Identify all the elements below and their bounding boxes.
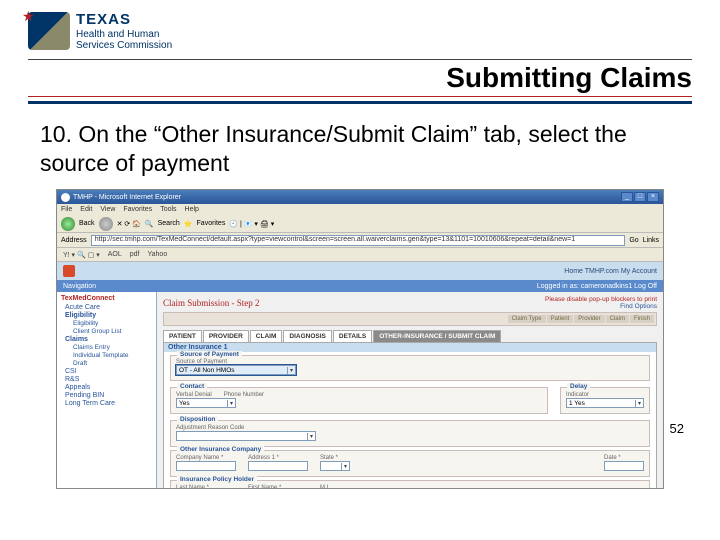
address1-input[interactable]	[248, 461, 308, 471]
app-navbar: Navigation Logged in as: cameronadkins1 …	[57, 280, 663, 292]
tab-claim[interactable]: CLAIM	[250, 330, 283, 342]
tab-provider[interactable]: PROVIDER	[203, 330, 249, 342]
ie-titlebar: TMHP - Microsoft Internet Explorer _□×	[57, 190, 663, 204]
tmhp-logo-icon	[63, 265, 75, 277]
page-breadcrumb: Claim Submission - Step 2	[163, 298, 260, 308]
date-input[interactable]	[604, 461, 644, 471]
step-buttons[interactable]: Claim TypePatientProviderClaimFinish	[163, 312, 657, 326]
contact-fieldset: Contact Verbal Denial Phone Number Yes▾	[170, 387, 548, 414]
sidebar-group-eligibility[interactable]: Eligibility	[65, 312, 152, 319]
sidebar[interactable]: TexMedConnect Acute Care Eligibility Eli…	[57, 292, 157, 489]
instruction-text: 10. On the “Other Insurance/Submit Claim…	[40, 120, 686, 180]
address-input[interactable]: http://sec.tmhp.com/TexMedConnect/defaul…	[91, 235, 626, 246]
slide-title: Submitting Claims	[28, 59, 692, 104]
embedded-screenshot: TMHP - Microsoft Internet Explorer _□× F…	[56, 189, 664, 489]
other-insurance-panel: Other Insurance 1 Source of Payment Sour…	[163, 342, 657, 489]
popup-warning: Please disable pop-up blockers to print	[545, 296, 657, 303]
sidebar-acute[interactable]: Acute Care	[65, 304, 152, 311]
page-number: 52	[670, 421, 684, 436]
window-controls[interactable]: _□×	[621, 192, 659, 202]
tab-patient[interactable]: PATIENT	[163, 330, 202, 342]
state-select[interactable]: ▾	[320, 461, 350, 471]
hhsc-logo: TEXAS Health and Human Services Commissi…	[28, 12, 692, 51]
company-name-input[interactable]	[176, 461, 236, 471]
nav-title: Navigation	[63, 283, 96, 290]
delay-indicator-select[interactable]: 1 Yes▾	[566, 398, 644, 408]
ie-menubar[interactable]: FileEditViewFavoritesToolsHelp	[57, 204, 663, 215]
oic-fieldset: Other Insurance Company Company Name * A…	[170, 450, 650, 477]
claim-tabs[interactable]: PATIENT PROVIDER CLAIM DIAGNOSIS DETAILS…	[163, 330, 657, 342]
adjustment-reason-select[interactable]: ▾	[176, 431, 316, 441]
logo-text: TEXAS Health and Human Services Commissi…	[76, 12, 172, 51]
policy-fieldset: Insurance Policy Holder Last Name * Firs…	[170, 480, 650, 489]
tab-details[interactable]: DETAILS	[333, 330, 372, 342]
disposition-fieldset: Disposition Adjustment Reason Code ▾	[170, 420, 650, 447]
address-label: Address	[61, 237, 87, 244]
find-options[interactable]: Find Options	[545, 303, 657, 310]
ie-icon	[61, 193, 70, 202]
sidebar-group-claims[interactable]: Claims	[65, 336, 152, 343]
logged-in[interactable]: Logged in as: cameronadkins1 Log Off	[537, 283, 657, 290]
sidebar-root[interactable]: TexMedConnect	[61, 295, 152, 302]
chevron-down-icon[interactable]: ▾	[287, 367, 293, 374]
forward-icon[interactable]	[99, 217, 113, 231]
go-button[interactable]: Go	[629, 237, 638, 244]
back-icon[interactable]	[61, 217, 75, 231]
window-title: TMHP - Microsoft Internet Explorer	[73, 194, 181, 201]
ie-addressbar[interactable]: Address http://sec.tmhp.com/TexMedConnec…	[57, 233, 663, 248]
logo-icon	[28, 12, 70, 50]
tab-diagnosis[interactable]: DIAGNOSIS	[283, 330, 331, 342]
source-fieldset: Source of Payment Source of Payment OT -…	[170, 355, 650, 381]
tab-other-insurance[interactable]: OTHER-INSURANCE / SUBMIT CLAIM	[373, 330, 501, 342]
delay-fieldset: Delay Indicator 1 Yes▾	[560, 387, 650, 414]
source-of-payment-select[interactable]: OT - All Non HMOs▾	[176, 365, 296, 375]
back-label[interactable]: Back	[79, 220, 95, 227]
main-panel: Claim Submission - Step 2 Please disable…	[157, 292, 663, 489]
app-header: Home TMHP.com My Account	[57, 262, 663, 280]
app-top-links[interactable]: Home TMHP.com My Account	[564, 268, 657, 275]
verbal-denial-select[interactable]: Yes▾	[176, 398, 236, 408]
ie-toolbar[interactable]: Back ✕ ⟳ 🏠 🔍Search ⭐Favorites 🕘 | 📧 ▾ 🖨 …	[57, 215, 663, 233]
ie-linkbar[interactable]: Y! ▾ 🔍 ▢ ▾ AOLpdfYahoo	[57, 248, 663, 262]
